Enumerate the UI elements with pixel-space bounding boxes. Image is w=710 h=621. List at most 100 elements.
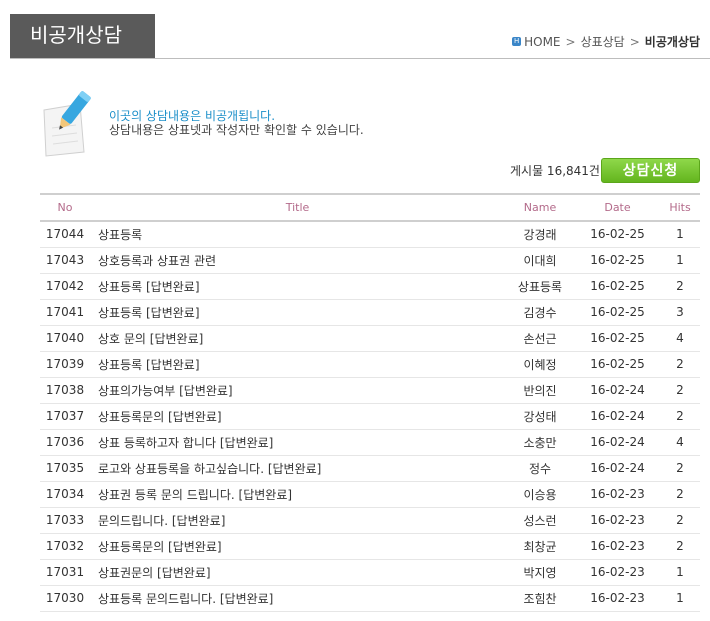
post-number: 17033	[40, 507, 90, 534]
post-date: 16-02-25	[575, 299, 660, 326]
table-row[interactable]: 17039 상표등록 [답변완료] 이혜정 16-02-25 2	[40, 351, 700, 378]
post-title-link[interactable]: 상호등록과 상표권 관련	[90, 247, 505, 274]
post-title-link[interactable]: 상표등록 [답변완료]	[90, 273, 505, 300]
table-row[interactable]: 17040 상호 문의 [답변완료] 손선근 16-02-25 4	[40, 325, 700, 352]
post-date: 16-02-23	[575, 585, 660, 612]
table-row[interactable]: 17038 상표의가능여부 [답변완료] 반의진 16-02-24 2	[40, 377, 700, 404]
breadcrumb: H HOME > 상표상담 > 비공개상담	[512, 33, 700, 50]
post-hits: 1	[660, 221, 700, 248]
page-header: 비공개상담 H HOME > 상표상담 > 비공개상담	[0, 0, 710, 60]
breadcrumb-separator: >	[565, 34, 576, 49]
post-date: 16-02-25	[575, 351, 660, 378]
table-row[interactable]: 17043 상호등록과 상표권 관련 이대희 16-02-25 1	[40, 247, 700, 274]
post-author: 정수	[505, 455, 575, 482]
page-title: 비공개상담	[10, 14, 155, 59]
table-row[interactable]: 17034 상표권 등록 문의 드립니다. [답변완료] 이승용 16-02-23 2	[40, 481, 700, 508]
post-date: 16-02-23	[575, 481, 660, 508]
post-date: 16-02-24	[575, 429, 660, 456]
column-header-date: Date	[575, 193, 660, 222]
post-hits: 4	[660, 325, 700, 352]
post-title-link[interactable]: 상표등록 [답변완료]	[90, 351, 505, 378]
table-row[interactable]: 17042 상표등록 [답변완료] 상표등록 16-02-25 2	[40, 273, 700, 300]
post-date: 16-02-25	[575, 221, 660, 248]
post-author: 박지영	[505, 559, 575, 586]
post-number: 17034	[40, 481, 90, 508]
post-author: 최창균	[505, 533, 575, 560]
post-date: 16-02-24	[575, 403, 660, 430]
table-row[interactable]: 17031 상표권문의 [답변완료] 박지영 16-02-23 1	[40, 559, 700, 586]
post-number: 17030	[40, 585, 90, 612]
post-number: 17041	[40, 299, 90, 326]
post-hits: 2	[660, 273, 700, 300]
post-number: 17043	[40, 247, 90, 274]
post-author: 소충만	[505, 429, 575, 456]
post-date: 16-02-25	[575, 325, 660, 352]
post-hits: 2	[660, 533, 700, 560]
post-title-link[interactable]: 로고와 상표등록을 하고싶습니다. [답변완료]	[90, 455, 505, 482]
post-hits: 1	[660, 585, 700, 612]
post-hits: 2	[660, 403, 700, 430]
post-hits: 1	[660, 559, 700, 586]
post-hits: 4	[660, 429, 700, 456]
column-header-no: No	[40, 193, 90, 222]
post-author: 성스런	[505, 507, 575, 534]
post-number: 17031	[40, 559, 90, 586]
post-title-link[interactable]: 상표권문의 [답변완료]	[90, 559, 505, 586]
breadcrumb-current: 비공개상담	[644, 35, 700, 49]
post-author: 강경래	[505, 221, 575, 248]
column-header-name: Name	[505, 193, 575, 222]
post-number: 17038	[40, 377, 90, 404]
post-title-link[interactable]: 상호 문의 [답변완료]	[90, 325, 505, 352]
post-count: 게시물 16,841건	[510, 164, 600, 178]
post-title-link[interactable]: 상표권 등록 문의 드립니다. [답변완료]	[90, 481, 505, 508]
post-hits: 1	[660, 247, 700, 274]
table-row[interactable]: 17044 상표등록 강경래 16-02-25 1	[40, 221, 700, 248]
post-number: 17044	[40, 221, 90, 248]
post-title-link[interactable]: 상표 등록하고자 합니다 [답변완료]	[90, 429, 505, 456]
post-date: 16-02-25	[575, 247, 660, 274]
consultation-board-table: No Title Name Date Hits 17044 상표등록 강경래 16-0…	[40, 193, 700, 612]
breadcrumb-separator: >	[629, 34, 640, 49]
post-title-link[interactable]: 상표등록문의 [답변완료]	[90, 533, 505, 560]
post-date: 16-02-24	[575, 455, 660, 482]
table-row[interactable]: 17041 상표등록 [답변완료] 김경수 16-02-25 3	[40, 299, 700, 326]
breadcrumb-home-link[interactable]: HOME	[524, 35, 560, 49]
post-hits: 2	[660, 481, 700, 508]
post-hits: 2	[660, 351, 700, 378]
table-row[interactable]: 17030 상표등록 문의드립니다. [답변완료] 조힘찬 16-02-23 1	[40, 585, 700, 612]
post-hits: 2	[660, 507, 700, 534]
table-row[interactable]: 17035 로고와 상표등록을 하고싶습니다. [답변완료] 정수 16-02-24 2	[40, 455, 700, 482]
post-title-link[interactable]: 상표의가능여부 [답변완료]	[90, 377, 505, 404]
apply-consultation-button[interactable]: 상담신청	[601, 158, 700, 183]
post-date: 16-02-23	[575, 507, 660, 534]
post-title-link[interactable]: 상표등록 [답변완료]	[90, 299, 505, 326]
breadcrumb-parent-link[interactable]: 상표상담	[581, 33, 625, 50]
post-number: 17039	[40, 351, 90, 378]
table-row[interactable]: 17032 상표등록문의 [답변완료] 최창균 16-02-23 2	[40, 533, 700, 560]
post-author: 이대희	[505, 247, 575, 274]
post-hits: 2	[660, 455, 700, 482]
post-author: 반의진	[505, 377, 575, 404]
post-hits: 3	[660, 299, 700, 326]
post-number: 17035	[40, 455, 90, 482]
table-row[interactable]: 17036 상표 등록하고자 합니다 [답변완료] 소충만 16-02-24 4	[40, 429, 700, 456]
post-title-link[interactable]: 문의드립니다. [답변완료]	[90, 507, 505, 534]
post-date: 16-02-23	[575, 559, 660, 586]
post-author: 조힘찬	[505, 585, 575, 612]
post-author: 이승용	[505, 481, 575, 508]
post-number: 17040	[40, 325, 90, 352]
notice-text-secondary: 상담내용은 상표넷과 작성자만 확인할 수 있습니다.	[109, 123, 364, 137]
table-header-row: No Title Name Date Hits	[40, 193, 700, 222]
table-row[interactable]: 17037 상표등록문의 [답변완료] 강성태 16-02-24 2	[40, 403, 700, 430]
table-body: 17044 상표등록 강경래 16-02-25 1 17043 상호등록과 상표권 관련 이대…	[40, 221, 700, 612]
post-number: 17032	[40, 533, 90, 560]
pencil-note-icon	[43, 91, 91, 157]
column-header-title: Title	[90, 193, 505, 222]
table-row[interactable]: 17033 문의드립니다. [답변완료] 성스런 16-02-23 2	[40, 507, 700, 534]
post-title-link[interactable]: 상표등록	[90, 221, 505, 248]
post-title-link[interactable]: 상표등록문의 [답변완료]	[90, 403, 505, 430]
post-hits: 2	[660, 377, 700, 404]
post-author: 강성태	[505, 403, 575, 430]
post-title-link[interactable]: 상표등록 문의드립니다. [답변완료]	[90, 585, 505, 612]
post-date: 16-02-25	[575, 273, 660, 300]
